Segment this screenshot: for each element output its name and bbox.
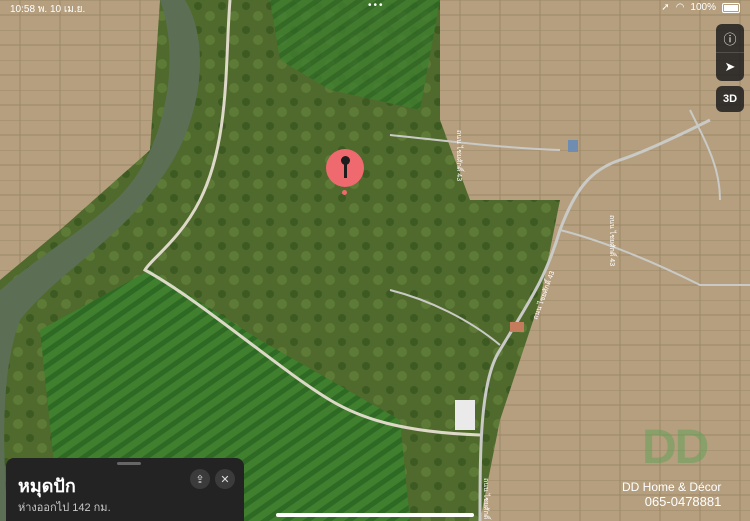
watermark-text: DD Home & Décor 065-0478881	[622, 480, 721, 509]
card-grabber[interactable]	[117, 462, 141, 465]
wifi-icon: ◠	[675, 2, 685, 13]
home-indicator[interactable]	[276, 513, 474, 517]
status-date: พ. 10 เม.ย.	[37, 4, 86, 15]
satellite-map[interactable]: ถนน ไชยศักดิ์ 43 ถนน ไชยศักดิ์ 43 ถนน ไช…	[0, 0, 750, 521]
watermark-phone: 065-0478881	[644, 494, 722, 509]
share-icon[interactable]: ⇪	[190, 469, 210, 489]
pin-location-dot	[342, 190, 347, 195]
status-bar: 10:58 พ. 10 เม.ย. ••• ➚ ◠ 100%	[0, 0, 750, 16]
place-card[interactable]: หมุดปัก ห่างออกไป 142 กม. ⇪ ✕	[6, 458, 244, 521]
status-time: 10:58	[10, 4, 36, 15]
3d-button[interactable]: 3D	[716, 86, 744, 112]
battery-icon	[722, 2, 740, 13]
pin-stem	[344, 163, 347, 178]
multitask-dots-icon[interactable]: •••	[368, 0, 385, 11]
watermark-name: DD Home & Décor	[622, 480, 722, 494]
info-icon[interactable]: ⓘ	[716, 24, 744, 52]
place-title: หมุดปัก	[18, 476, 76, 496]
watermark-logo: DD	[642, 421, 709, 474]
location-arrow-icon[interactable]: ➤	[716, 52, 744, 81]
dropped-pin-icon[interactable]	[326, 149, 364, 187]
location-status-icon: ➚	[661, 2, 670, 13]
place-distance: ห่างออกไป 142 กม.	[18, 502, 111, 514]
battery-percent: 100%	[690, 2, 716, 13]
map-controls: ⓘ ➤	[716, 24, 744, 81]
close-icon[interactable]: ✕	[215, 469, 235, 489]
